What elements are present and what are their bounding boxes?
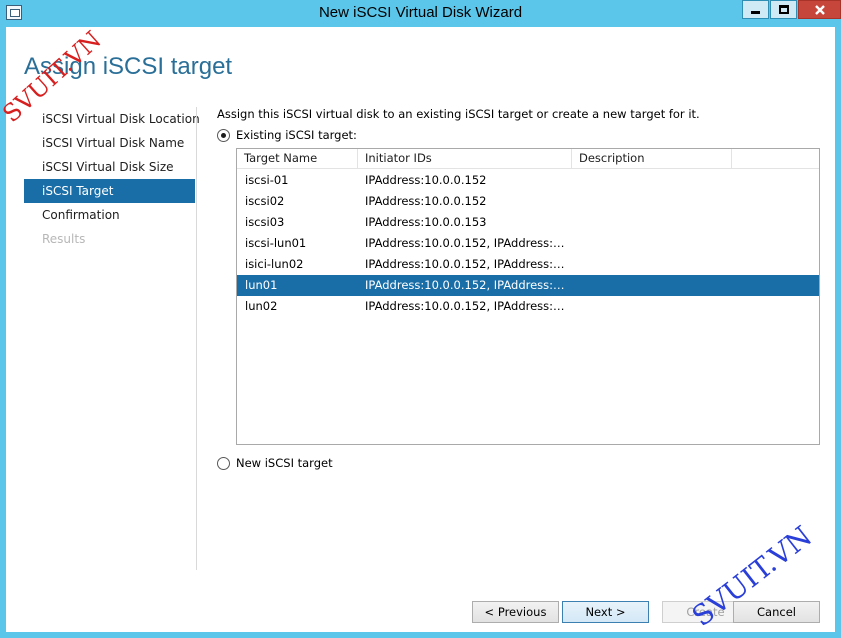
column-header-description[interactable]: Description bbox=[572, 149, 732, 169]
close-icon bbox=[814, 4, 825, 15]
table-row[interactable]: isici-lun02 IPAddress:10.0.0.152, IPAddr… bbox=[237, 254, 819, 275]
target-list-header: Target Name Initiator IDs Description bbox=[237, 149, 819, 169]
target-name-cell: iscsi03 bbox=[245, 215, 285, 229]
nav-item-confirmation[interactable]: Confirmation bbox=[24, 203, 195, 227]
target-list[interactable]: Target Name Initiator IDs Description is… bbox=[236, 148, 820, 445]
nav-item-disk-size[interactable]: iSCSI Virtual Disk Size bbox=[24, 155, 195, 179]
existing-target-radio[interactable] bbox=[217, 128, 230, 142]
nav-item-disk-location[interactable]: iSCSI Virtual Disk Location bbox=[24, 107, 200, 131]
column-header-initiator-ids[interactable]: Initiator IDs bbox=[358, 149, 572, 169]
minimize-icon bbox=[751, 11, 760, 14]
previous-button[interactable]: < Previous bbox=[472, 601, 559, 623]
nav-item-disk-name[interactable]: iSCSI Virtual Disk Name bbox=[24, 131, 195, 155]
target-name-cell: lun02 bbox=[245, 299, 278, 313]
maximize-button[interactable] bbox=[770, 0, 797, 19]
initiator-ids-cell: IPAddress:10.0.0.152, IPAddress:10.0.... bbox=[365, 278, 571, 292]
initiator-ids-cell: IPAddress:10.0.0.153 bbox=[365, 215, 487, 229]
column-header-target-name[interactable]: Target Name bbox=[237, 149, 358, 169]
target-name-cell: iscsi-lun01 bbox=[245, 236, 307, 250]
cancel-button[interactable]: Cancel bbox=[733, 601, 820, 623]
table-row[interactable]: iscsi-01 IPAddress:10.0.0.152 bbox=[237, 170, 819, 191]
existing-target-option[interactable]: Existing iSCSI target: bbox=[217, 128, 357, 142]
wizard-client-area: Assign iSCSI target iSCSI Virtual Disk L… bbox=[6, 27, 835, 632]
initiator-ids-cell: IPAddress:10.0.0.152 bbox=[365, 194, 487, 208]
initiator-ids-cell: IPAddress:10.0.0.152, IPAddress:10.0.... bbox=[365, 299, 571, 313]
initiator-ids-cell: IPAddress:10.0.0.152, IPAddress:10.0.... bbox=[365, 257, 571, 271]
new-target-label: New iSCSI target bbox=[236, 456, 333, 470]
next-button[interactable]: Next > bbox=[562, 601, 649, 623]
target-list-body: iscsi-01 IPAddress:10.0.0.152 iscsi02 IP… bbox=[237, 169, 819, 317]
maximize-icon bbox=[778, 5, 789, 14]
existing-target-label: Existing iSCSI target: bbox=[236, 128, 357, 142]
new-target-radio[interactable] bbox=[217, 456, 230, 470]
table-row[interactable]: iscsi02 IPAddress:10.0.0.152 bbox=[237, 191, 819, 212]
close-button[interactable] bbox=[798, 0, 841, 19]
table-row[interactable]: iscsi-lun01 IPAddress:10.0.0.152, IPAddr… bbox=[237, 233, 819, 254]
initiator-ids-cell: IPAddress:10.0.0.152, IPAddress:10.0.... bbox=[365, 236, 571, 250]
target-name-cell: isici-lun02 bbox=[245, 257, 304, 271]
column-header-filler bbox=[732, 149, 818, 169]
new-target-option[interactable]: New iSCSI target bbox=[217, 456, 333, 470]
minimize-button[interactable] bbox=[742, 0, 769, 19]
nav-item-results: Results bbox=[42, 232, 86, 246]
table-row[interactable]: lun02 IPAddress:10.0.0.152, IPAddress:10… bbox=[237, 296, 819, 317]
table-row[interactable]: iscsi03 IPAddress:10.0.0.153 bbox=[237, 212, 819, 233]
target-name-cell: iscsi02 bbox=[245, 194, 285, 208]
initiator-ids-cell: IPAddress:10.0.0.152 bbox=[365, 173, 487, 187]
nav-item-iscsi-target[interactable]: iSCSI Target bbox=[24, 179, 195, 203]
target-name-cell: lun01 bbox=[245, 278, 278, 292]
nav-divider bbox=[196, 107, 197, 570]
title-bar: New iSCSI Virtual Disk Wizard bbox=[0, 0, 841, 27]
table-row-selected[interactable]: lun01 IPAddress:10.0.0.152, IPAddress:10… bbox=[237, 275, 819, 296]
intro-text: Assign this iSCSI virtual disk to an exi… bbox=[217, 107, 700, 121]
target-name-cell: iscsi-01 bbox=[245, 173, 289, 187]
window-title: New iSCSI Virtual Disk Wizard bbox=[318, 4, 523, 21]
wizard-nav: iSCSI Virtual Disk Location iSCSI Virtua… bbox=[24, 107, 200, 251]
